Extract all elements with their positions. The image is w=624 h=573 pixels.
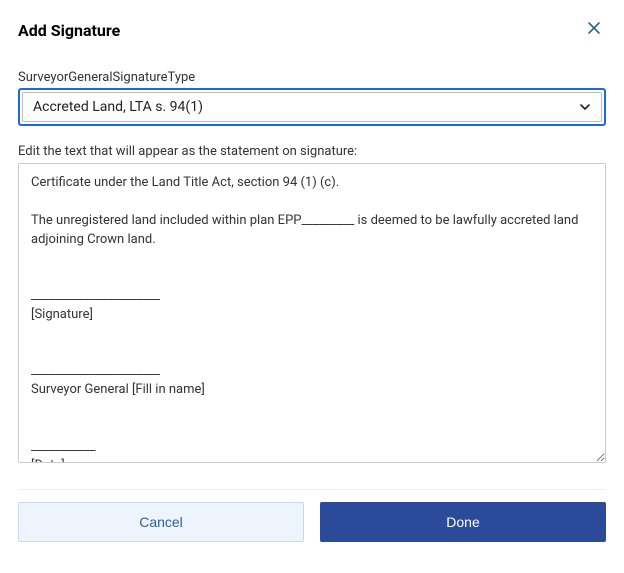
statement-instruction: Edit the text that will appear as the st…: [18, 144, 606, 159]
dialog-title: Add Signature: [18, 21, 120, 40]
signature-type-selected-value: Accreted Land, LTA s. 94(1): [22, 92, 602, 122]
signature-type-label: SurveyorGeneralSignatureType: [18, 70, 606, 85]
dialog-footer: Cancel Done: [18, 502, 606, 542]
signature-type-select[interactable]: Accreted Land, LTA s. 94(1): [18, 88, 606, 126]
cancel-button[interactable]: Cancel: [18, 502, 304, 542]
dialog-header: Add Signature: [18, 18, 606, 42]
statement-textarea[interactable]: [18, 163, 606, 463]
close-button[interactable]: [582, 18, 606, 42]
close-icon: [586, 19, 602, 41]
done-button[interactable]: Done: [320, 502, 606, 542]
footer-divider: [18, 489, 606, 490]
